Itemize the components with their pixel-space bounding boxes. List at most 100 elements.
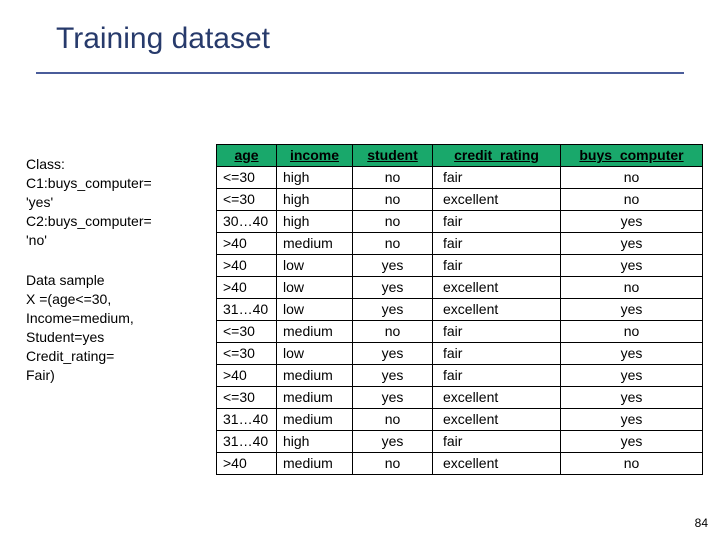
table-cell: excellent [433,277,561,299]
table-cell: high [277,211,353,233]
table-cell: excellent [433,387,561,409]
table-cell: yes [561,211,703,233]
table-cell: <=30 [217,189,277,211]
table-cell: yes [561,255,703,277]
table-cell: low [277,299,353,321]
table-cell: yes [353,277,433,299]
table-row: <=30highnoexcellentno [217,189,703,211]
table-cell: no [353,189,433,211]
table-cell: medium [277,365,353,387]
table-cell: yes [353,343,433,365]
table-cell: <=30 [217,343,277,365]
data-sample: Data sample X =(age<=30, Income=medium, … [26,271,210,384]
table-cell: no [561,321,703,343]
slide-title: Training dataset [56,22,270,56]
table-cell: 31…40 [217,431,277,453]
table-row: 31…40mediumnoexcellentyes [217,409,703,431]
table-cell: fair [433,365,561,387]
table-row: >40lowyesexcellentno [217,277,703,299]
table-cell: high [277,189,353,211]
table-cell: fair [433,321,561,343]
table-cell: <=30 [217,321,277,343]
table-cell: medium [277,233,353,255]
side-text: Class: C1:buys_computer= 'yes' C2:buys_c… [26,155,210,407]
table-cell: yes [561,299,703,321]
table-cell: high [277,431,353,453]
sample-l3: Student=yes [26,328,210,347]
table-cell: no [561,189,703,211]
table-cell: fair [433,255,561,277]
table-row: >40mediumyesfairyes [217,365,703,387]
table-cell: no [353,211,433,233]
table-cell: medium [277,453,353,475]
table-cell: no [353,453,433,475]
sample-heading: Data sample [26,271,210,290]
table-cell: yes [353,365,433,387]
table-cell: yes [561,365,703,387]
table-cell: low [277,343,353,365]
table-cell: excellent [433,189,561,211]
table-cell: no [353,233,433,255]
table-cell: medium [277,321,353,343]
table-header-row: age income student credit_rating buys_co… [217,145,703,167]
table-cell: excellent [433,453,561,475]
table-cell: fair [433,233,561,255]
class-label: Class: [26,155,210,174]
th-age: age [217,145,277,167]
table-cell: yes [561,343,703,365]
table-row: <=30mediumyesexcellentyes [217,387,703,409]
table-cell: 31…40 [217,299,277,321]
table-cell: yes [353,255,433,277]
table-cell: no [353,409,433,431]
table-cell: low [277,277,353,299]
table-cell: yes [561,387,703,409]
table-body: <=30highnofairno<=30highnoexcellentno30…… [217,167,703,475]
table-cell: >40 [217,255,277,277]
table-cell: >40 [217,365,277,387]
sample-l4: Credit_rating= [26,347,210,366]
table-cell: no [353,321,433,343]
c1-line1: C1:buys_computer= [26,174,210,193]
table-cell: low [277,255,353,277]
training-table: age income student credit_rating buys_co… [216,144,703,475]
class-definition: Class: C1:buys_computer= 'yes' C2:buys_c… [26,155,210,249]
table-cell: yes [561,431,703,453]
table-cell: high [277,167,353,189]
th-buys: buys_computer [561,145,703,167]
table-row: <=30mediumnofairno [217,321,703,343]
c2-line2: 'no' [26,231,210,250]
table-cell: fair [433,211,561,233]
table-cell: fair [433,431,561,453]
table-row: 31…40highyesfairyes [217,431,703,453]
table-cell: yes [561,233,703,255]
c1-line2: 'yes' [26,193,210,212]
table-cell: fair [433,167,561,189]
table-cell: yes [561,409,703,431]
th-student: student [353,145,433,167]
table-row: >40mediumnofairyes [217,233,703,255]
table-cell: medium [277,387,353,409]
table-cell: yes [353,299,433,321]
table-cell: no [561,277,703,299]
sample-l5: Fair) [26,366,210,385]
table-cell: fair [433,343,561,365]
sample-l2: Income=medium, [26,309,210,328]
th-income: income [277,145,353,167]
table-cell: no [561,453,703,475]
table-cell: 30…40 [217,211,277,233]
table-row: >40lowyesfairyes [217,255,703,277]
c2-line1: C2:buys_computer= [26,212,210,231]
slide: Training dataset Class: C1:buys_computer… [0,0,720,540]
table-cell: excellent [433,299,561,321]
table-cell: excellent [433,409,561,431]
table-cell: >40 [217,277,277,299]
th-credit: credit_rating [433,145,561,167]
table-cell: yes [353,387,433,409]
table-cell: <=30 [217,387,277,409]
table-cell: 31…40 [217,409,277,431]
table-cell: no [561,167,703,189]
sample-l1: X =(age<=30, [26,290,210,309]
table-cell: <=30 [217,167,277,189]
table-cell: yes [353,431,433,453]
table-row: <=30lowyesfairyes [217,343,703,365]
